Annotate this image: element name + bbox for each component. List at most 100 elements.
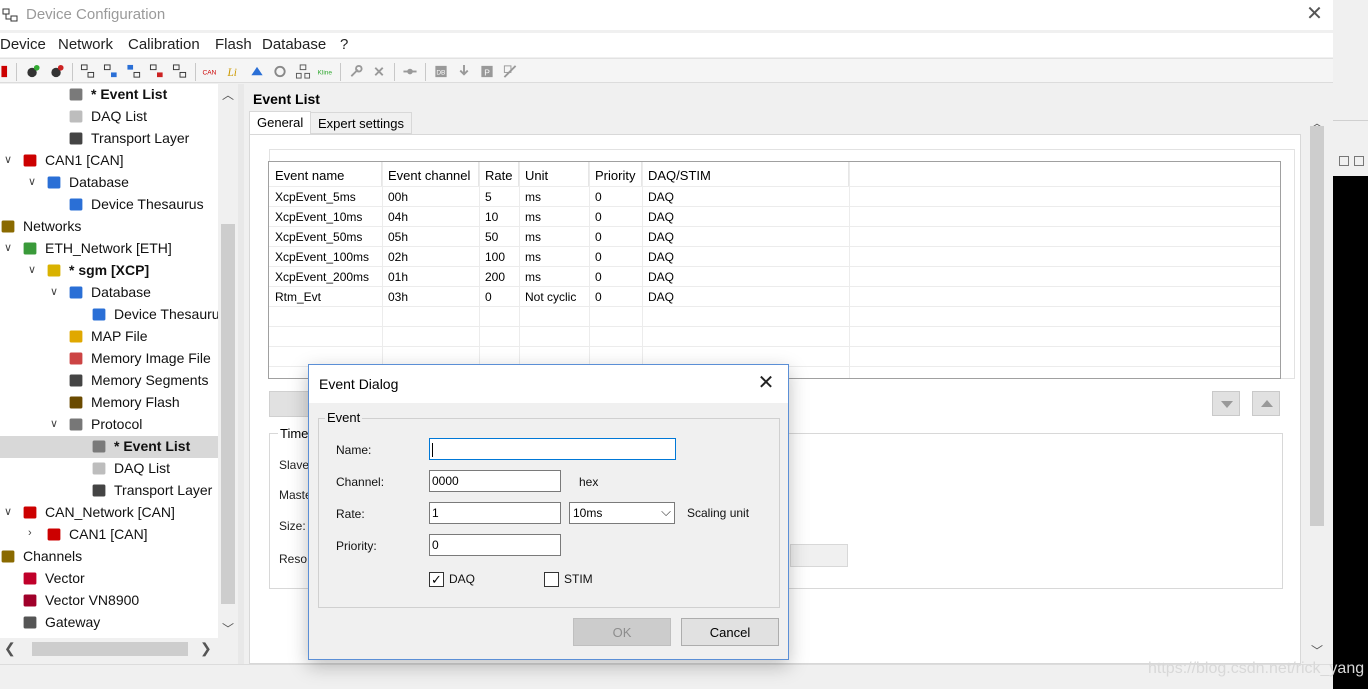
tree-move-icon[interactable] xyxy=(126,64,142,79)
remove-device-icon[interactable] xyxy=(49,64,65,79)
table-cell[interactable]: XcpEvent_50ms xyxy=(269,227,382,247)
table-cell[interactable]: 10 xyxy=(479,207,519,227)
tree-item[interactable]: ∨ Database xyxy=(0,282,218,304)
table-cell[interactable]: DAQ xyxy=(642,247,849,267)
table-cell[interactable]: ms xyxy=(519,207,589,227)
chevron-down-icon[interactable]: ∨ xyxy=(4,241,12,254)
flexray-icon[interactable] xyxy=(249,64,265,79)
tree-item[interactable]: Memory Flash xyxy=(0,392,218,414)
table-cell[interactable]: 100 xyxy=(479,247,519,267)
tree-vertical-scrollbar[interactable]: ︿ ﹀ xyxy=(218,84,238,638)
tree-item[interactable]: * Event List xyxy=(0,436,218,458)
cancel-button[interactable]: Cancel xyxy=(681,618,779,646)
tab-expert-settings[interactable]: Expert settings xyxy=(310,112,412,134)
restore-icon[interactable] xyxy=(1354,156,1364,166)
tree-item[interactable]: Memory Segments xyxy=(0,370,218,392)
table-cell[interactable]: DAQ xyxy=(642,267,849,287)
table-cell[interactable]: Rtm_Evt xyxy=(269,287,382,307)
menu-device[interactable]: Device xyxy=(0,36,46,53)
tree-item[interactable]: Memory Image File xyxy=(0,348,218,370)
add-device-icon[interactable] xyxy=(25,64,41,79)
table-cell[interactable]: XcpEvent_200ms xyxy=(269,267,382,287)
scrollbar-thumb[interactable] xyxy=(32,642,188,656)
tree-item[interactable]: DAQ List xyxy=(0,106,218,128)
scroll-down-icon[interactable]: ﹀ xyxy=(1306,642,1328,659)
column-header[interactable]: Unit xyxy=(519,162,589,186)
daq-checkbox[interactable]: ✓ xyxy=(429,572,444,587)
tree-item[interactable]: MAP File xyxy=(0,326,218,348)
scroll-down-icon[interactable]: ﹀ xyxy=(218,620,238,637)
rate-unit-select[interactable]: 10ms ⌵ xyxy=(569,502,675,524)
table-cell[interactable]: XcpEvent_5ms xyxy=(269,187,382,207)
tree-item[interactable]: Device Thesaurus xyxy=(0,194,218,216)
tree-item[interactable]: › CAN1 [CAN] xyxy=(0,524,218,546)
table-cell[interactable]: 0 xyxy=(589,227,642,247)
table-cell[interactable]: Not cyclic xyxy=(519,287,589,307)
table-cell[interactable]: DAQ xyxy=(642,227,849,247)
tree-horizontal-scrollbar[interactable]: ❮ ❯ xyxy=(0,638,218,660)
name-input[interactable] xyxy=(429,438,676,460)
tree-item[interactable]: Channels xyxy=(0,546,218,568)
database-icon[interactable]: DB xyxy=(433,64,449,79)
table-cell[interactable]: 0 xyxy=(589,247,642,267)
table-cell[interactable]: 5 xyxy=(479,187,519,207)
tree-item[interactable]: ∨ Database xyxy=(0,172,218,194)
tree-collapse-icon[interactable] xyxy=(103,64,119,79)
table-cell[interactable]: 200 xyxy=(479,267,519,287)
rate-input[interactable]: 1 xyxy=(429,502,561,524)
table-cell[interactable]: 0 xyxy=(479,287,519,307)
chevron-down-icon[interactable]: ∨ xyxy=(28,263,36,276)
column-header[interactable]: Priority xyxy=(589,162,642,186)
table-cell[interactable]: 05h xyxy=(382,227,479,247)
column-header[interactable]: DAQ/STIM xyxy=(642,162,849,186)
tree-item[interactable]: ∨ * sgm [XCP] xyxy=(0,260,218,282)
minimize-icon[interactable] xyxy=(1339,156,1349,166)
table-cell[interactable]: XcpEvent_10ms xyxy=(269,207,382,227)
can-icon[interactable]: CAN xyxy=(202,64,218,79)
tree-item[interactable]: ∨ CAN_Network [CAN] xyxy=(0,502,218,524)
chevron-down-icon[interactable]: ∨ xyxy=(50,417,58,430)
tree-item[interactable]: Transport Layer xyxy=(0,480,218,502)
tree-item[interactable]: ∨ ETH_Network [ETH] xyxy=(0,238,218,260)
menu-flash[interactable]: Flash xyxy=(215,36,252,53)
tree-item[interactable]: ∨ CAN1 [CAN] xyxy=(0,150,218,172)
column-header[interactable]: Event name xyxy=(269,162,382,186)
settings-icon[interactable] xyxy=(502,64,518,79)
ethernet-icon[interactable] xyxy=(295,64,311,79)
most-icon[interactable] xyxy=(272,64,288,79)
table-cell[interactable]: 50 xyxy=(479,227,519,247)
tree-item[interactable]: Device Thesaurus xyxy=(0,304,218,326)
tree-item[interactable]: Vector xyxy=(0,568,218,590)
table-cell[interactable]: 0 xyxy=(589,207,642,227)
table-cell[interactable]: ms xyxy=(519,247,589,267)
tree-item[interactable]: Transport Layer xyxy=(0,128,218,150)
wrench-icon[interactable] xyxy=(348,64,364,79)
tree-copy-icon[interactable] xyxy=(149,64,165,79)
kline-icon[interactable]: Kline xyxy=(317,64,333,79)
table-cell[interactable]: DAQ xyxy=(642,187,849,207)
scrollbar-thumb[interactable] xyxy=(221,224,235,604)
download-icon[interactable] xyxy=(456,64,472,79)
delete-icon[interactable] xyxy=(371,64,387,79)
tree-expand-icon[interactable] xyxy=(80,64,96,79)
dialog-close-button[interactable]: ✕ xyxy=(753,371,779,397)
table-cell[interactable]: XcpEvent_100ms xyxy=(269,247,382,267)
table-cell[interactable]: 00h xyxy=(382,187,479,207)
table-cell[interactable]: 0 xyxy=(589,287,642,307)
chevron-down-icon[interactable]: ∨ xyxy=(28,175,36,188)
table-cell[interactable]: 03h xyxy=(382,287,479,307)
table-cell[interactable]: ms xyxy=(519,187,589,207)
move-up-button[interactable] xyxy=(1252,391,1280,416)
tree-item[interactable]: Networks xyxy=(0,216,218,238)
chevron-down-icon[interactable]: ∨ xyxy=(4,505,12,518)
table-cell[interactable]: ms xyxy=(519,227,589,247)
tab-general[interactable]: General xyxy=(249,111,312,135)
menu-help[interactable]: ? xyxy=(340,36,348,53)
exit-icon[interactable] xyxy=(0,64,16,79)
content-vertical-scrollbar[interactable]: ︿ ﹀ xyxy=(1306,84,1328,664)
chevron-down-icon[interactable]: ∨ xyxy=(50,285,58,298)
chevron-down-icon[interactable]: ∨ xyxy=(4,153,12,166)
tree-item[interactable]: ∨ Protocol xyxy=(0,414,218,436)
lin-icon[interactable]: Li xyxy=(226,64,242,79)
stim-checkbox[interactable] xyxy=(544,572,559,587)
